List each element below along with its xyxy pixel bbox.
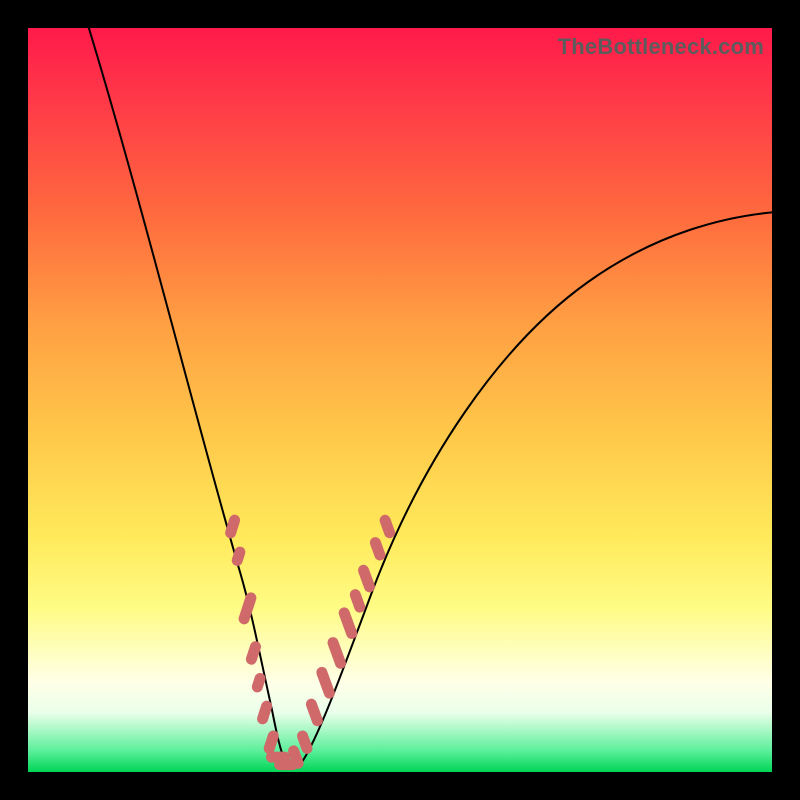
curve-marker <box>375 543 380 555</box>
watermark-text: TheBottleneck.com <box>558 34 764 60</box>
curve-marker <box>244 598 251 619</box>
curve-marker <box>269 736 273 749</box>
curve-marker <box>237 552 240 560</box>
curve-marker <box>263 706 267 719</box>
curve-marker <box>344 613 352 634</box>
curve-marker <box>322 672 330 693</box>
chart-frame: TheBottleneck.com <box>0 0 800 800</box>
curve-marker <box>355 595 360 607</box>
curve-marker <box>385 520 390 532</box>
curve-marker <box>311 704 317 721</box>
bottleneck-curve <box>87 28 772 768</box>
curve-marker <box>364 570 370 587</box>
curve-marker <box>333 643 341 664</box>
marker-layer <box>231 520 390 764</box>
chart-svg <box>28 28 772 772</box>
curve-layer <box>87 28 772 768</box>
curve-marker <box>257 679 260 687</box>
curve-marker <box>294 751 299 763</box>
plot-area: TheBottleneck.com <box>28 28 772 772</box>
curve-marker <box>303 736 308 748</box>
curve-marker <box>251 647 255 660</box>
curve-marker <box>231 520 235 533</box>
